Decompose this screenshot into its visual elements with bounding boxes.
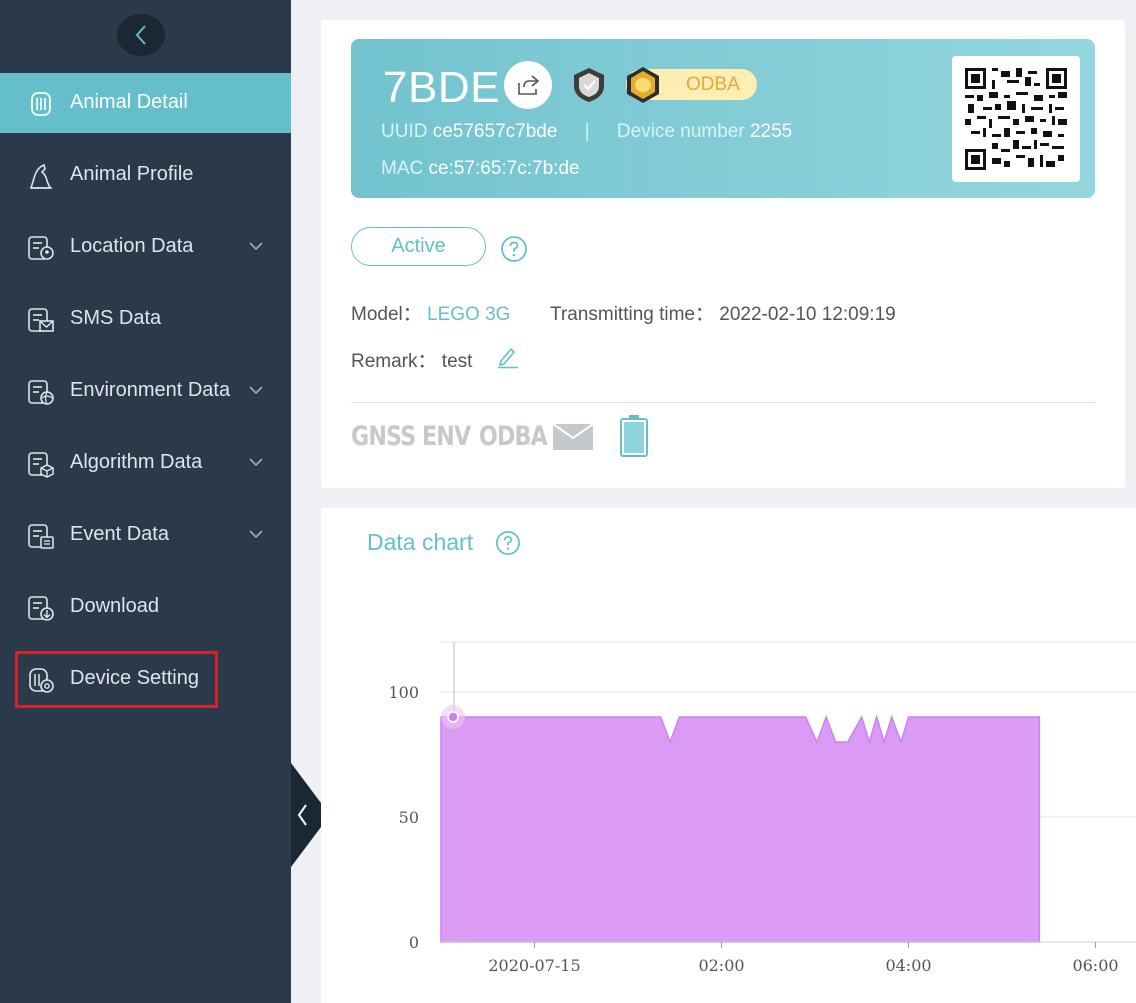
battery-icon bbox=[620, 415, 648, 457]
mail-icon bbox=[553, 424, 593, 450]
sidebar-item-label: Location Data bbox=[70, 235, 194, 257]
sidebar-item-location-data[interactable]: Location Data bbox=[0, 217, 291, 277]
device-number-label: Device number bbox=[616, 121, 745, 142]
panel-toggle-button[interactable] bbox=[291, 763, 321, 867]
animal-profile-icon bbox=[29, 163, 52, 189]
model-value: LEGO 3G bbox=[427, 304, 511, 325]
divider bbox=[351, 402, 1095, 403]
transmitting-row: Transmitting time： 2022-02-10 12:09:19 bbox=[550, 299, 896, 326]
sidebar: Animal Detail Animal Profile Location Da… bbox=[0, 0, 291, 1003]
area-series-0 bbox=[440, 714, 1041, 943]
device-setting-highlight bbox=[15, 651, 218, 708]
sidebar-item-label: Animal Detail bbox=[70, 91, 188, 113]
sidebar-item-label: Algorithm Data bbox=[70, 451, 203, 473]
download-icon bbox=[28, 596, 54, 621]
mac-value: ce:57:65:7c:7b:de bbox=[428, 158, 580, 179]
y-tick-label: 0 bbox=[409, 933, 419, 952]
uuid-label: UUID bbox=[381, 121, 428, 142]
chevron-left-icon bbox=[135, 25, 146, 45]
device-id: 7BDE bbox=[383, 63, 500, 112]
chevron-down-icon bbox=[249, 530, 263, 539]
sidebar-item-label: Animal Profile bbox=[70, 163, 194, 185]
sidebar-item-animal-detail[interactable]: Animal Detail bbox=[0, 73, 291, 133]
data-chart[interactable]: 0 50 100 2020-07-15 02:00 04:00 06:00 bbox=[321, 560, 1136, 1003]
algorithm-data-icon bbox=[28, 452, 54, 478]
odba-badge-label: ODBA bbox=[686, 74, 740, 95]
x-tick-label: 04:00 bbox=[885, 956, 931, 975]
remark-row: Remark： test bbox=[351, 346, 472, 373]
chart-help-icon[interactable] bbox=[495, 530, 521, 556]
gnss-feature: GNSS bbox=[351, 421, 416, 452]
chevron-down-icon bbox=[249, 242, 263, 251]
uuid-row: UUID ce57657c7bde | Device number 2255 bbox=[381, 121, 792, 143]
x-tick-label: 02:00 bbox=[698, 956, 744, 975]
sidebar-item-label: SMS Data bbox=[70, 307, 162, 329]
event-data-icon bbox=[28, 524, 54, 549]
environment-data-icon bbox=[28, 380, 54, 405]
device-banner: 7BDE ODBA UUID ce57657c7bde | Device num… bbox=[351, 39, 1095, 198]
chart-title: Data chart bbox=[367, 529, 474, 555]
sidebar-item-label: Event Data bbox=[70, 523, 169, 545]
status-badge: Active bbox=[351, 227, 486, 266]
x-tick-label: 06:00 bbox=[1072, 956, 1118, 975]
shield-icon bbox=[574, 68, 604, 102]
separator: | bbox=[584, 121, 590, 142]
sidebar-item-animal-profile[interactable]: Animal Profile bbox=[0, 145, 291, 205]
mac-label: MAC bbox=[381, 158, 424, 179]
y-tick-label: 100 bbox=[388, 683, 419, 702]
coin-icon bbox=[627, 67, 659, 103]
remark-label: Remark： bbox=[351, 351, 437, 372]
remark-value: test bbox=[441, 351, 473, 372]
mac-row: MAC ce:57:65:7c:7b:de bbox=[381, 158, 580, 180]
chevron-down-icon bbox=[249, 458, 263, 467]
transmitting-value: 2022-02-10 12:09:19 bbox=[719, 304, 896, 325]
uuid-value: ce57657c7bde bbox=[432, 121, 558, 142]
hover-marker bbox=[447, 711, 459, 723]
x-tick-label: 2020-07-15 bbox=[488, 956, 580, 975]
sms-data-icon bbox=[28, 308, 54, 332]
sidebar-item-download[interactable]: Download bbox=[0, 577, 291, 637]
sidebar-item-label: Environment Data bbox=[70, 379, 231, 401]
animal-detail-icon bbox=[31, 92, 51, 116]
edit-icon[interactable] bbox=[496, 345, 520, 369]
share-icon bbox=[518, 75, 540, 95]
sidebar-collapse-button[interactable] bbox=[117, 14, 165, 56]
odba-feature: ODBA bbox=[479, 421, 548, 452]
device-number-value: 2255 bbox=[749, 121, 793, 142]
share-button[interactable] bbox=[504, 61, 552, 109]
help-icon[interactable] bbox=[500, 235, 528, 263]
chevron-down-icon bbox=[249, 386, 263, 395]
sidebar-item-label: Download bbox=[70, 595, 159, 617]
sidebar-item-algorithm-data[interactable]: Algorithm Data bbox=[0, 433, 291, 493]
model-label: Model： bbox=[351, 304, 422, 325]
model-row: Model： LEGO 3G bbox=[351, 299, 510, 326]
location-data-icon bbox=[28, 236, 54, 260]
qr-code-icon bbox=[965, 68, 1067, 170]
env-feature: ENV bbox=[422, 421, 471, 452]
qr-code[interactable] bbox=[952, 56, 1080, 182]
sidebar-item-environment-data[interactable]: Environment Data bbox=[0, 361, 291, 421]
sidebar-item-event-data[interactable]: Event Data bbox=[0, 505, 291, 565]
y-tick-label: 50 bbox=[399, 808, 419, 827]
transmitting-label: Transmitting time： bbox=[550, 304, 714, 325]
sidebar-item-sms-data[interactable]: SMS Data bbox=[0, 289, 291, 349]
